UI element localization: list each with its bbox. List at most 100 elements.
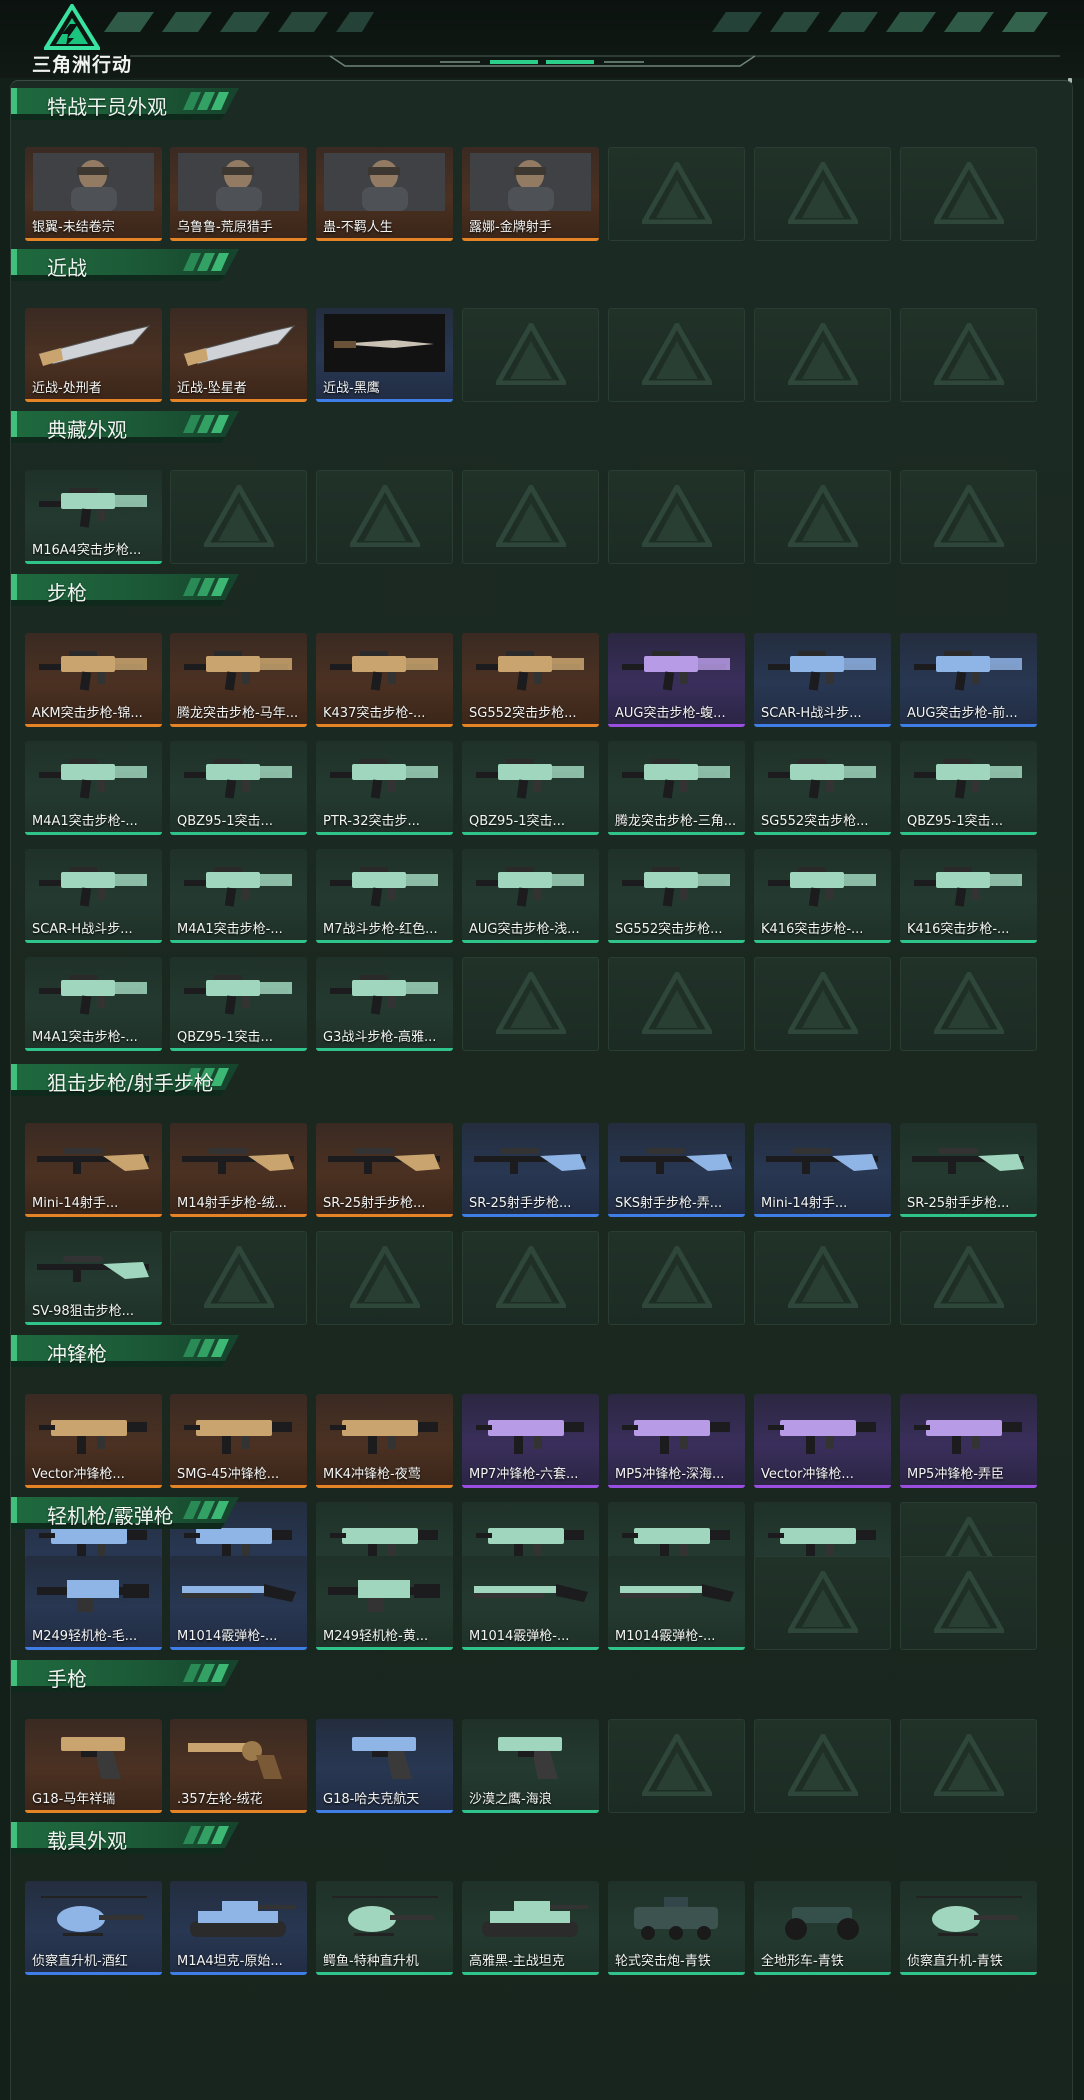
skin-card-label: SR-25射手步枪...: [469, 1196, 572, 1211]
skin-card[interactable]: K416突击步枪-...: [754, 849, 891, 943]
skin-card[interactable]: QBZ95-1突击...: [900, 741, 1037, 835]
sniper-artwork: [474, 1148, 586, 1174]
skin-card-label: 腾龙突击步枪-马年...: [177, 706, 299, 721]
skin-card[interactable]: 侦察直升机-青铁: [900, 1881, 1037, 1975]
empty-slot: [462, 1231, 599, 1325]
skin-card[interactable]: M249轻机枪-毛...: [25, 1556, 162, 1650]
skin-card[interactable]: SG552突击步枪...: [608, 849, 745, 943]
skin-card[interactable]: M14射手步枪-绒...: [170, 1123, 307, 1217]
skin-card-label: M249轻机枪-黄...: [323, 1629, 429, 1644]
empty-slot: [608, 957, 745, 1051]
skin-card[interactable]: M4A1突击步枪-...: [25, 957, 162, 1051]
skin-card-label: 侦察直升机-酒红: [32, 1954, 128, 1969]
tank-artwork: [190, 1901, 296, 1937]
skin-card[interactable]: M16A4突击步枪...: [25, 470, 162, 564]
skin-card[interactable]: 腾龙突击步枪-马年...: [170, 633, 307, 727]
skin-card[interactable]: 近战-处刑者: [25, 308, 162, 402]
skin-card[interactable]: .357左轮-绒花: [170, 1719, 307, 1813]
skin-card-label: SKS射手步枪-弄...: [615, 1196, 723, 1211]
skin-card[interactable]: SKS射手步枪-弄...: [608, 1123, 745, 1217]
skin-card-label: QBZ95-1突击...: [177, 1030, 273, 1045]
skin-card[interactable]: SR-25射手步枪...: [462, 1123, 599, 1217]
skin-card[interactable]: G3战斗步枪-高雅...: [316, 957, 453, 1051]
pistol-artwork: [61, 1737, 125, 1779]
skin-card[interactable]: 高雅黑-主战坦克: [462, 1881, 599, 1975]
lmg-artwork: [37, 1580, 149, 1612]
skin-card[interactable]: SV-98狙击步枪...: [25, 1231, 162, 1325]
skin-card[interactable]: K416突击步枪-...: [900, 849, 1037, 943]
placeholder-logo-icon: [496, 323, 566, 385]
skin-card-label: AUG突击步枪-前...: [907, 706, 1018, 721]
skin-card-label: K416突击步枪-...: [761, 922, 864, 937]
skin-card[interactable]: M4A1突击步枪-...: [25, 741, 162, 835]
skin-card[interactable]: 露娜-金牌射手: [462, 147, 599, 241]
skin-card[interactable]: SCAR-H战斗步...: [25, 849, 162, 943]
skin-card[interactable]: M1014霰弹枪-...: [462, 1556, 599, 1650]
skin-card[interactable]: MP7冲锋枪-六套...: [462, 1394, 599, 1488]
skin-card-label: SCAR-H战斗步...: [32, 922, 133, 937]
skin-card[interactable]: AUG突击步枪-蝮...: [608, 633, 745, 727]
operator-artwork: [178, 153, 299, 211]
skin-card[interactable]: Mini-14射手...: [25, 1123, 162, 1217]
skin-card[interactable]: 鳄鱼-特种直升机: [316, 1881, 453, 1975]
skin-card[interactable]: AUG突击步枪-前...: [900, 633, 1037, 727]
skin-card[interactable]: QBZ95-1突击...: [462, 741, 599, 835]
empty-slot: [462, 470, 599, 564]
rifle-artwork: [330, 759, 438, 799]
skin-card[interactable]: M4A1突击步枪-...: [170, 849, 307, 943]
skin-card[interactable]: SG552突击步枪...: [462, 633, 599, 727]
skin-card[interactable]: 近战-黑鹰: [316, 308, 453, 402]
skin-card-label: 乌鲁鲁-荒原猎手: [177, 220, 273, 235]
skin-card[interactable]: M1A4坦克-原始...: [170, 1881, 307, 1975]
placeholder-logo-icon: [934, 972, 1004, 1034]
rifle-artwork: [39, 867, 147, 907]
skin-card[interactable]: QBZ95-1突击...: [170, 957, 307, 1051]
skin-card[interactable]: M249轻机枪-黄...: [316, 1556, 453, 1650]
skin-card-label: AKM突击步枪-锦...: [32, 706, 143, 721]
melee-artwork: [37, 325, 151, 366]
skin-card[interactable]: SCAR-H战斗步...: [754, 633, 891, 727]
skin-card[interactable]: Vector冲锋枪...: [25, 1394, 162, 1488]
skin-card[interactable]: Mini-14射手...: [754, 1123, 891, 1217]
skin-card[interactable]: Vector冲锋枪...: [754, 1394, 891, 1488]
skin-card[interactable]: AKM突击步枪-锦...: [25, 633, 162, 727]
skin-card-label: 侦察直升机-青铁: [907, 1954, 1003, 1969]
skin-card[interactable]: 蛊-不羁人生: [316, 147, 453, 241]
skin-card[interactable]: 侦察直升机-酒红: [25, 1881, 162, 1975]
skin-card[interactable]: QBZ95-1突击...: [170, 741, 307, 835]
skin-card[interactable]: G18-哈夫克航天: [316, 1719, 453, 1813]
skin-card[interactable]: 近战-坠星者: [170, 308, 307, 402]
skin-card[interactable]: 轮式突击炮-青铁: [608, 1881, 745, 1975]
placeholder-logo-icon: [788, 1246, 858, 1308]
skin-card[interactable]: SR-25射手步枪...: [316, 1123, 453, 1217]
skin-card[interactable]: SMG-45冲锋枪...: [170, 1394, 307, 1488]
skin-card[interactable]: K437突击步枪-...: [316, 633, 453, 727]
skin-card-label: 近战-坠星者: [177, 381, 247, 396]
skin-card[interactable]: 沙漠之鹰-海浪: [462, 1719, 599, 1813]
skin-card[interactable]: MK4冲锋枪-夜莺: [316, 1394, 453, 1488]
skin-card[interactable]: M1014霰弹枪-...: [170, 1556, 307, 1650]
skin-card[interactable]: 全地形车-青铁: [754, 1881, 891, 1975]
skin-card[interactable]: M1014霰弹枪-...: [608, 1556, 745, 1650]
rifle-artwork: [476, 867, 584, 907]
skin-card-label: 银翼-未结卷宗: [32, 220, 115, 235]
skin-card-label: SV-98狙击步枪...: [32, 1304, 135, 1319]
skin-card[interactable]: MP5冲锋枪-弄臣: [900, 1394, 1037, 1488]
skin-card[interactable]: MP5冲锋枪-深海...: [608, 1394, 745, 1488]
section-title: 近战: [47, 256, 87, 280]
skin-card[interactable]: AUG突击步枪-浅...: [462, 849, 599, 943]
skin-card[interactable]: 乌鲁鲁-荒原猎手: [170, 147, 307, 241]
skin-card-label: Mini-14射手...: [761, 1196, 848, 1211]
skin-card[interactable]: SG552突击步枪...: [754, 741, 891, 835]
skin-card[interactable]: SR-25射手步枪...: [900, 1123, 1037, 1217]
placeholder-logo-icon: [204, 1246, 274, 1308]
skin-card[interactable]: 银翼-未结卷宗: [25, 147, 162, 241]
skin-card[interactable]: 腾龙突击步枪-三角...: [608, 741, 745, 835]
skin-card-label: SG552突击步枪...: [469, 706, 577, 721]
skin-card[interactable]: M7战斗步枪-红色...: [316, 849, 453, 943]
skin-card-label: Vector冲锋枪...: [761, 1467, 854, 1482]
skin-card[interactable]: PTR-32突击步...: [316, 741, 453, 835]
section-title: 步枪: [47, 581, 87, 605]
skin-card[interactable]: G18-马年祥瑞: [25, 1719, 162, 1813]
skin-card-label: K437突击步枪-...: [323, 706, 426, 721]
